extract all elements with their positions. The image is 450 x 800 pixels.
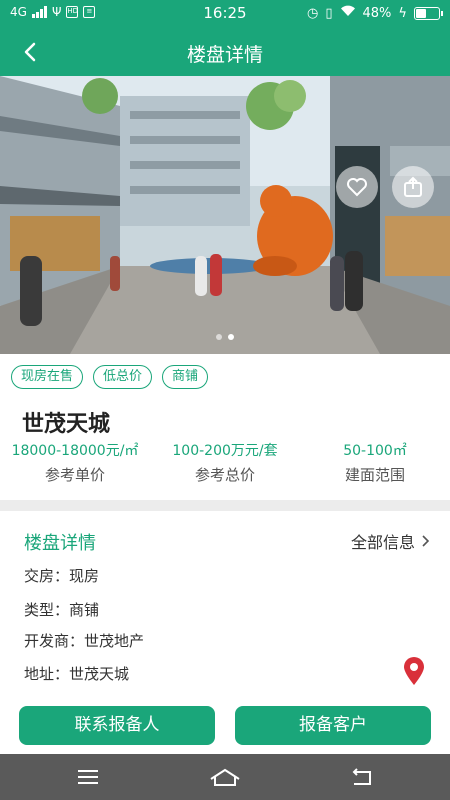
system-navigation-bar <box>0 754 450 800</box>
back-system-button[interactable] <box>344 765 380 789</box>
type-row: 类型：商铺 <box>24 601 100 619</box>
home-button[interactable] <box>207 765 243 789</box>
battery-icon <box>414 6 443 20</box>
total-price-stat: 100-200万元/套 参考总价 <box>155 440 295 485</box>
developer-row: 开发商：世茂地产 <box>24 632 145 650</box>
share-button[interactable] <box>392 166 434 208</box>
mall-atrium-photo <box>0 76 450 354</box>
unit-price-stat: 18000-18000元/㎡ 参考单价 <box>5 440 145 485</box>
menu-icon <box>78 770 98 784</box>
tag-list: 现房在售 低总价 商铺 <box>11 365 209 389</box>
price-stats: 18000-18000元/㎡ 参考单价 100-200万元/套 参考总价 50-… <box>0 440 450 490</box>
details-section-title: 楼盘详情 <box>24 533 96 554</box>
carousel-dot[interactable] <box>216 334 222 340</box>
address-row: 地址：世茂天城 <box>24 665 130 683</box>
tag-ready-house: 现房在售 <box>11 365 84 389</box>
status-right-icons: ◷ ▯ 48% ϟ <box>307 5 443 21</box>
area-value: 50-100㎡ <box>343 443 407 459</box>
favorite-button[interactable] <box>336 166 378 208</box>
report-client-button[interactable]: 报备客户 <box>235 706 431 745</box>
hero-carousel[interactable] <box>0 76 450 354</box>
share-icon <box>404 176 422 197</box>
menu-button[interactable] <box>70 765 106 789</box>
area-stat: 50-100㎡ 建面范围 <box>305 440 445 485</box>
chevron-right-icon <box>422 535 430 547</box>
total-price-label: 参考总价 <box>194 466 255 484</box>
vibrate-icon: ▯ <box>325 5 333 21</box>
unit-price-value: 18000-18000元/㎡ <box>11 443 139 459</box>
status-bar: 4G Ψ HD ≡ 16:25 ◷ ▯ 48% ϟ <box>0 0 450 28</box>
section-divider <box>0 500 450 511</box>
carousel-dot[interactable] <box>228 334 234 340</box>
total-price-value: 100-200万元/套 <box>172 443 278 459</box>
charging-icon: ϟ <box>398 5 407 21</box>
battery-percent: 48% <box>362 5 392 21</box>
nav-bar: 楼盘详情 <box>0 28 450 76</box>
delivery-row: 交房：现房 <box>24 567 100 585</box>
carousel-indicator <box>0 334 450 340</box>
tag-shop: 商铺 <box>162 365 209 389</box>
wifi-icon <box>340 5 356 21</box>
tag-low-price: 低总价 <box>93 365 153 389</box>
contact-agent-button[interactable]: 联系报备人 <box>19 706 215 745</box>
heart-icon <box>347 178 367 197</box>
project-name: 世茂天城 <box>22 412 111 437</box>
map-pin-icon[interactable] <box>401 656 427 686</box>
area-label: 建面范围 <box>344 466 405 484</box>
all-info-link[interactable]: 全部信息 <box>351 529 430 553</box>
return-icon <box>352 768 371 785</box>
home-icon <box>210 768 240 786</box>
all-info-label: 全部信息 <box>350 533 415 552</box>
unit-price-label: 参考单价 <box>44 466 105 484</box>
alarm-icon: ◷ <box>307 5 319 21</box>
page-title: 楼盘详情 <box>186 44 263 66</box>
